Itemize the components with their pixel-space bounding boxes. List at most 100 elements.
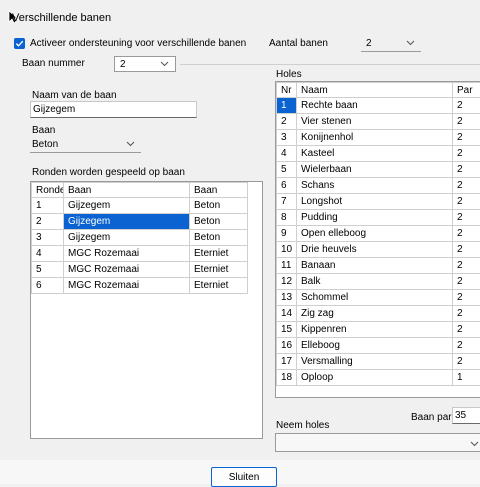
table-row[interactable]: 2Vier stenen2 — [277, 114, 480, 130]
table-row[interactable]: 13Schommel2 — [277, 290, 480, 306]
round-cell: 2 — [32, 214, 64, 230]
table-row[interactable]: 18Oploop1 — [277, 370, 480, 386]
table-row[interactable]: 8Pudding2 — [277, 210, 480, 226]
type-cell: Eterniet — [190, 262, 248, 278]
table-row[interactable]: 16Elleboog2 — [277, 338, 480, 354]
hole-number-cell: 1 — [277, 98, 297, 114]
hole-name-cell: Pudding — [297, 210, 453, 226]
column-header[interactable]: Nr — [277, 83, 297, 98]
column-header[interactable]: Naam — [297, 83, 453, 98]
type-cell: Beton — [190, 198, 248, 214]
table-row[interactable]: 4MGC RozemaaiEterniet — [32, 246, 248, 262]
hole-name-cell: Open elleboog — [297, 226, 453, 242]
course-par-label: Baan par — [411, 412, 452, 423]
table-row[interactable]: 2GijzegemBeton — [32, 214, 248, 230]
hole-name-cell: Versmalling — [297, 354, 453, 370]
holes-table[interactable]: Nr Naam Par 1Rechte baan22Vier stenen23K… — [275, 81, 480, 398]
hole-name-cell: Balk — [297, 274, 453, 290]
course-type-select[interactable]: Beton — [30, 137, 141, 153]
hole-name-cell: Kasteel — [297, 146, 453, 162]
chevron-down-icon — [126, 139, 135, 148]
hole-par-cell: 2 — [453, 194, 480, 210]
hole-par-cell: 2 — [453, 338, 480, 354]
column-header[interactable]: Baan — [190, 183, 248, 198]
hole-name-cell: Oploop — [297, 370, 453, 386]
activate-checkbox[interactable] — [14, 38, 25, 49]
round-cell: 5 — [32, 262, 64, 278]
hole-name-cell: Wielerbaan — [297, 162, 453, 178]
table-row[interactable]: 6Schans2 — [277, 178, 480, 194]
num-courses-value: 2 — [366, 38, 372, 49]
course-type-value: Beton — [32, 139, 58, 150]
course-number-value: 2 — [120, 59, 126, 70]
chevron-down-icon — [406, 38, 415, 47]
holes-label: Holes — [276, 69, 302, 80]
table-row[interactable]: 1GijzegemBeton — [32, 198, 248, 214]
course-name-input[interactable]: Gijzegem — [30, 101, 197, 118]
round-cell: 3 — [32, 230, 64, 246]
checkmark-icon — [14, 38, 25, 49]
table-row[interactable]: 5MGC RozemaaiEterniet — [32, 262, 248, 278]
course-number-label: Baan nummer — [22, 58, 85, 69]
table-row[interactable]: 3Konijnenhol2 — [277, 130, 480, 146]
course-cell: MGC Rozemaai — [64, 262, 190, 278]
rounds-table[interactable]: Ronde Baan Baan 1GijzegemBeton 2Gijzegem… — [30, 181, 263, 439]
table-row[interactable]: 17Versmalling2 — [277, 354, 480, 370]
course-cell: MGC Rozemaai — [64, 246, 190, 262]
close-button[interactable]: Sluiten — [211, 467, 277, 487]
hole-name-cell: Banaan — [297, 258, 453, 274]
table-row[interactable]: 5Wielerbaan2 — [277, 162, 480, 178]
course-name-value: Gijzegem — [33, 104, 75, 115]
column-header[interactable]: Ronde — [32, 183, 64, 198]
round-cell: 6 — [32, 278, 64, 294]
hole-par-cell: 2 — [453, 210, 480, 226]
hole-name-cell: Drie heuvels — [297, 242, 453, 258]
course-par-value: 35 — [455, 410, 466, 421]
hole-name-cell: Schans — [297, 178, 453, 194]
table-row[interactable]: 3GijzegemBeton — [32, 230, 248, 246]
num-courses-label: Aantal banen — [269, 38, 328, 49]
hole-par-cell: 2 — [453, 98, 480, 114]
course-number-select[interactable]: 2 — [114, 56, 176, 72]
table-row[interactable]: 6MGC RozemaaiEterniet — [32, 278, 248, 294]
hole-number-cell: 12 — [277, 274, 297, 290]
course-cell: Gijzegem — [64, 230, 190, 246]
hole-par-cell: 2 — [453, 258, 480, 274]
course-cell: Gijzegem — [64, 198, 190, 214]
table-row[interactable]: 11Banaan2 — [277, 258, 480, 274]
hole-par-cell: 2 — [453, 146, 480, 162]
table-row[interactable]: 9Open elleboog2 — [277, 226, 480, 242]
table-row[interactable]: 1Rechte baan2 — [277, 98, 480, 114]
hole-number-cell: 18 — [277, 370, 297, 386]
hole-number-cell: 4 — [277, 146, 297, 162]
course-type-label: Baan — [32, 125, 55, 136]
table-row[interactable]: 4Kasteel2 — [277, 146, 480, 162]
course-cell: MGC Rozemaai — [64, 278, 190, 294]
table-row[interactable]: 12Balk2 — [277, 274, 480, 290]
hole-number-cell: 14 — [277, 306, 297, 322]
rounds-label: Ronden worden gespeeld op baan — [32, 167, 185, 178]
table-row[interactable]: 15Kippenren2 — [277, 322, 480, 338]
column-header[interactable]: Par — [453, 83, 480, 98]
num-courses-select[interactable]: 2 — [361, 36, 421, 52]
course-par-input[interactable]: 35 — [452, 407, 480, 424]
hole-par-cell: 2 — [453, 322, 480, 338]
column-header[interactable]: Baan — [64, 183, 190, 198]
take-holes-select[interactable] — [275, 433, 480, 452]
round-cell: 4 — [32, 246, 64, 262]
table-row[interactable]: 10Drie heuvels2 — [277, 242, 480, 258]
hole-number-cell: 11 — [277, 258, 297, 274]
hole-par-cell: 2 — [453, 226, 480, 242]
table-row[interactable]: 14Zig zag2 — [277, 306, 480, 322]
hole-par-cell: 2 — [453, 274, 480, 290]
hole-number-cell: 8 — [277, 210, 297, 226]
hole-number-cell: 13 — [277, 290, 297, 306]
rounds-header-row: Ronde Baan Baan — [32, 183, 248, 198]
hole-number-cell: 6 — [277, 178, 297, 194]
hole-number-cell: 5 — [277, 162, 297, 178]
hole-par-cell: 2 — [453, 114, 480, 130]
type-cell: Eterniet — [190, 278, 248, 294]
hole-number-cell: 9 — [277, 226, 297, 242]
hole-par-cell: 2 — [453, 306, 480, 322]
table-row[interactable]: 7Longshot2 — [277, 194, 480, 210]
